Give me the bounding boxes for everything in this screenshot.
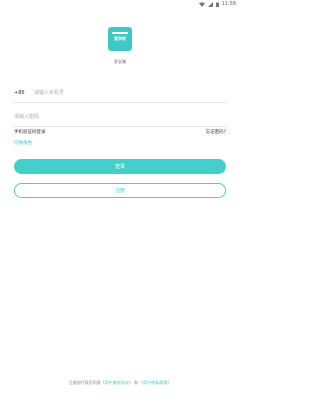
password-input[interactable] <box>14 112 226 122</box>
app-logo: 爱学校 <box>108 27 132 51</box>
battery-icon <box>215 2 219 7</box>
status-icons: 11:58 <box>198 0 236 8</box>
country-code[interactable]: +86 <box>14 90 25 96</box>
agreement-conjunction: 和 <box>134 380 138 385</box>
signal-icon <box>207 1 213 7</box>
status-bar: 11:58 <box>0 0 240 8</box>
phone-row: +86 <box>14 86 226 103</box>
logo-text: 爱学校 <box>114 36 126 41</box>
status-time: 11:58 <box>221 1 236 7</box>
wifi-icon <box>198 1 205 7</box>
agreement-footer: 注册即代表您同意《用户服务协议》 和 《用户隐私政策》 <box>0 380 240 386</box>
app-name: 家长端 <box>114 59 126 64</box>
logo-mark-icon <box>112 32 128 34</box>
forgot-password-link[interactable]: 忘记密码? <box>206 129 226 135</box>
agreement-prefix: 注册即代表您同意 <box>68 380 101 385</box>
sms-login-link[interactable]: 手机验证码登录 <box>14 129 46 135</box>
register-button[interactable]: 注册 <box>14 183 226 198</box>
privacy-policy-link[interactable]: 《用户隐私政策》 <box>139 380 171 385</box>
password-row <box>14 110 226 127</box>
login-button[interactable]: 登录 <box>14 159 226 174</box>
switch-role-link[interactable]: 切换角色 <box>14 140 32 146</box>
user-agreement-link[interactable]: 《用户服务协议》 <box>101 380 133 385</box>
phone-input[interactable] <box>34 88 224 98</box>
